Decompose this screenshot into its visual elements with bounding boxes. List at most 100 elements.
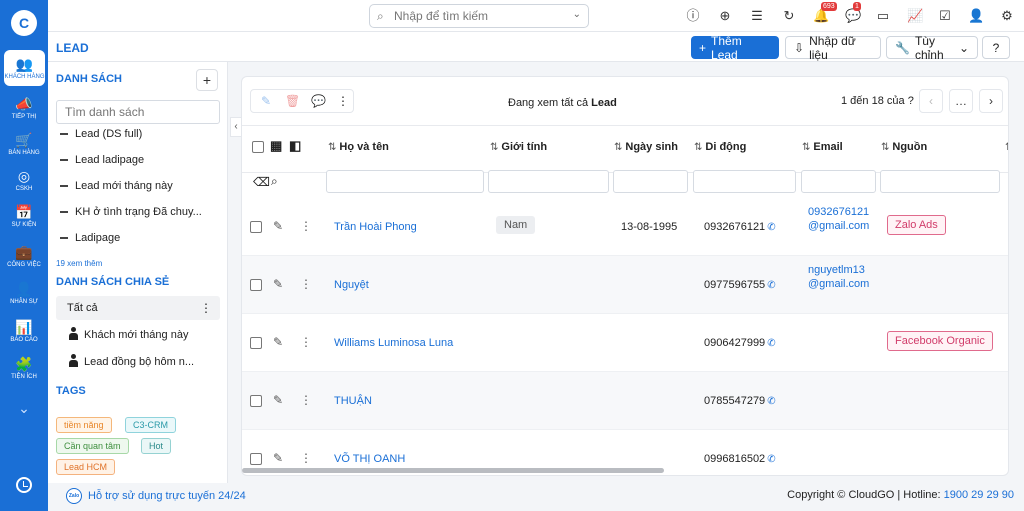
sort-icon[interactable]: ⇅ xyxy=(881,142,889,153)
history-icon[interactable] xyxy=(16,477,32,493)
sort-icon[interactable]: ⇅ xyxy=(490,142,498,153)
next-page-button[interactable]: › xyxy=(979,89,1003,113)
more-vert-icon[interactable]: ⋮ xyxy=(300,219,312,233)
rail-item-customer-care[interactable]: ◎ CSKH xyxy=(0,162,48,198)
edit-icon[interactable]: ✎ xyxy=(261,94,271,108)
select-all-checkbox[interactable] xyxy=(252,141,264,153)
list-icon[interactable]: ☰ xyxy=(749,8,765,24)
column-header-full-name[interactable]: ⇅ Họ và tên xyxy=(328,141,389,153)
chevron-down-icon[interactable]: ⌄ xyxy=(573,9,581,20)
sort-icon[interactable]: ⇅ xyxy=(614,142,622,153)
add-list-button[interactable]: + xyxy=(196,69,218,91)
row-checkbox[interactable] xyxy=(250,395,262,407)
table-row[interactable]: ✎ ⋮ Nguyệt 0977596755 ✆ nguyetlm13@gmail.com xyxy=(242,256,1008,314)
mobile-value[interactable]: 0906427999 ✆ xyxy=(704,337,776,349)
table-row[interactable]: ✎ ⋮ Trần Hoài Phong Nam 13-08-1995 0932676121… xyxy=(242,198,1008,256)
list-item[interactable]: KH ở tình trạng Đã chuy... xyxy=(60,206,202,218)
rail-item-customers[interactable]: 👥 KHÁCH HÀNG xyxy=(4,50,45,86)
row-checkbox[interactable] xyxy=(250,221,262,233)
global-search-input[interactable] xyxy=(394,8,564,24)
tag-chip[interactable]: tiềm năng xyxy=(56,417,112,433)
rail-item-marketing[interactable]: 📣 TIẾP THỊ xyxy=(0,90,48,126)
list-item[interactable]: Lead ladipage xyxy=(60,154,144,166)
add-circle-icon[interactable]: ⊕ xyxy=(717,8,733,24)
lead-name-link[interactable]: THUẬN xyxy=(334,395,372,407)
filter-name[interactable] xyxy=(326,170,484,193)
mobile-value[interactable]: 0996816502 ✆ xyxy=(704,453,776,465)
tag-chip[interactable]: Lead HCM xyxy=(56,459,116,475)
hotline-number[interactable]: 1900 29 29 90 xyxy=(944,489,1014,501)
tag-chip[interactable]: C3-CRM xyxy=(125,417,176,433)
lead-name-link[interactable]: VÕ THỊ OANH xyxy=(334,453,405,465)
column-header-dob[interactable]: ⇅ Ngày sinh xyxy=(614,141,678,153)
more-vert-icon[interactable]: ⋮ xyxy=(300,451,312,465)
more-vert-icon[interactable]: ⋮ xyxy=(300,393,312,407)
comment-icon[interactable]: 💬 xyxy=(311,94,326,108)
sort-icon[interactable]: ⇅ xyxy=(328,142,336,153)
filter-dob[interactable] xyxy=(613,170,688,193)
tag-chip[interactable]: Cần quan tâm xyxy=(56,438,129,454)
column-header-source[interactable]: ⇅ Nguồn xyxy=(881,141,927,153)
column-header-email[interactable]: ⇅ Email xyxy=(802,141,843,153)
page-more-button[interactable]: … xyxy=(949,89,973,113)
list-item[interactable]: Lead (DS full) xyxy=(60,128,142,140)
phone-icon[interactable]: ✆ xyxy=(767,222,775,233)
sort-icon[interactable]: ⇅ xyxy=(694,142,702,153)
list-search-input[interactable] xyxy=(56,100,220,124)
gear-icon[interactable]: ⚙ xyxy=(999,8,1015,24)
rail-item-hr[interactable]: 👤 NHÂN SỰ xyxy=(0,275,48,311)
more-vert-icon[interactable]: ⋮ xyxy=(300,277,312,291)
more-vert-icon[interactable]: ⋮ xyxy=(200,301,212,315)
filter-source[interactable] xyxy=(880,170,1000,193)
view-more-link[interactable]: 19 xem thêm xyxy=(56,259,102,268)
rail-item-utilities[interactable]: 🧩 TIỆN ÍCH xyxy=(0,350,48,386)
column-header-gender[interactable]: ⇅ Giới tính xyxy=(490,141,547,153)
phone-icon[interactable]: ✆ xyxy=(767,454,775,465)
trash-icon[interactable]: 🗑 xyxy=(285,94,300,108)
more-vert-icon[interactable]: ⋮ xyxy=(337,94,349,108)
mobile-value[interactable]: 0785547279 ✆ xyxy=(704,395,776,407)
chart-icon[interactable]: 📈 xyxy=(907,8,923,24)
email-link[interactable]: 0932676121@gmail.com xyxy=(808,205,870,233)
sort-icon[interactable]: ⇅ xyxy=(1005,141,1008,153)
filter-gender[interactable] xyxy=(488,170,609,193)
support-link[interactable]: Hỗ trợ sử dụng trực tuyến 24/24 xyxy=(88,490,246,502)
add-lead-button[interactable]: + Thêm Lead xyxy=(691,34,779,62)
table-icon[interactable]: ▦ xyxy=(270,138,282,154)
lead-name-link[interactable]: Williams Luminosa Luna xyxy=(334,337,453,349)
more-vert-icon[interactable]: ⋮ xyxy=(300,335,312,349)
list-item[interactable]: Ladipage xyxy=(60,232,120,244)
edit-icon[interactable]: ✎ xyxy=(273,277,283,291)
import-data-button[interactable]: ⇩ Nhập dữ liệu xyxy=(785,34,881,62)
mobile-value[interactable]: 0977596755 ✆ xyxy=(704,279,776,291)
filter-mobile[interactable] xyxy=(693,170,796,193)
zalo-icon[interactable]: Zalo xyxy=(66,488,82,504)
row-checkbox[interactable] xyxy=(250,453,262,465)
edit-icon[interactable]: ✎ xyxy=(273,219,283,233)
row-checkbox[interactable] xyxy=(250,337,262,349)
column-header-mobile[interactable]: ⇅ Di động xyxy=(694,141,746,153)
rail-item-tasks[interactable]: 💼 CÔNG VIỆC xyxy=(0,238,48,274)
refresh-icon[interactable]: ↻ xyxy=(781,8,797,24)
shared-list-item[interactable]: Khách mới tháng này xyxy=(69,327,188,341)
table-row[interactable]: ✎ ⋮ THUẬN 0785547279 ✆ xyxy=(242,372,1008,430)
expand-more-icon[interactable]: ⌄ xyxy=(0,400,48,417)
calendar-icon[interactable]: ▭ xyxy=(875,8,891,24)
shared-list-item[interactable]: Lead đồng bộ hôm n... xyxy=(69,354,194,368)
info-icon[interactable]: ⓘ xyxy=(685,8,701,24)
bell-icon[interactable]: 🔔 693 xyxy=(813,2,837,24)
shared-list-all[interactable]: Tất cả ⋮ xyxy=(56,296,220,320)
edit-icon[interactable]: ✎ xyxy=(273,451,283,465)
list-item[interactable]: Lead mới tháng này xyxy=(60,180,173,192)
eraser-icon[interactable]: ⌫ xyxy=(253,175,270,189)
row-checkbox[interactable] xyxy=(250,279,262,291)
rail-item-reports[interactable]: 📊 BÁO CÁO xyxy=(0,313,48,349)
tag-chip[interactable]: Hot xyxy=(141,438,172,454)
sort-icon[interactable]: ⇅ xyxy=(802,142,810,153)
phone-icon[interactable]: ✆ xyxy=(767,280,775,291)
global-search[interactable]: ⌕ ⌄ xyxy=(369,4,589,28)
lead-name-link[interactable]: Nguyệt xyxy=(334,279,369,291)
chat-icon[interactable]: 💬 1 xyxy=(845,2,861,24)
rail-item-events[interactable]: 📅 SỰ KIỆN xyxy=(0,198,48,234)
phone-icon[interactable]: ✆ xyxy=(767,396,775,407)
